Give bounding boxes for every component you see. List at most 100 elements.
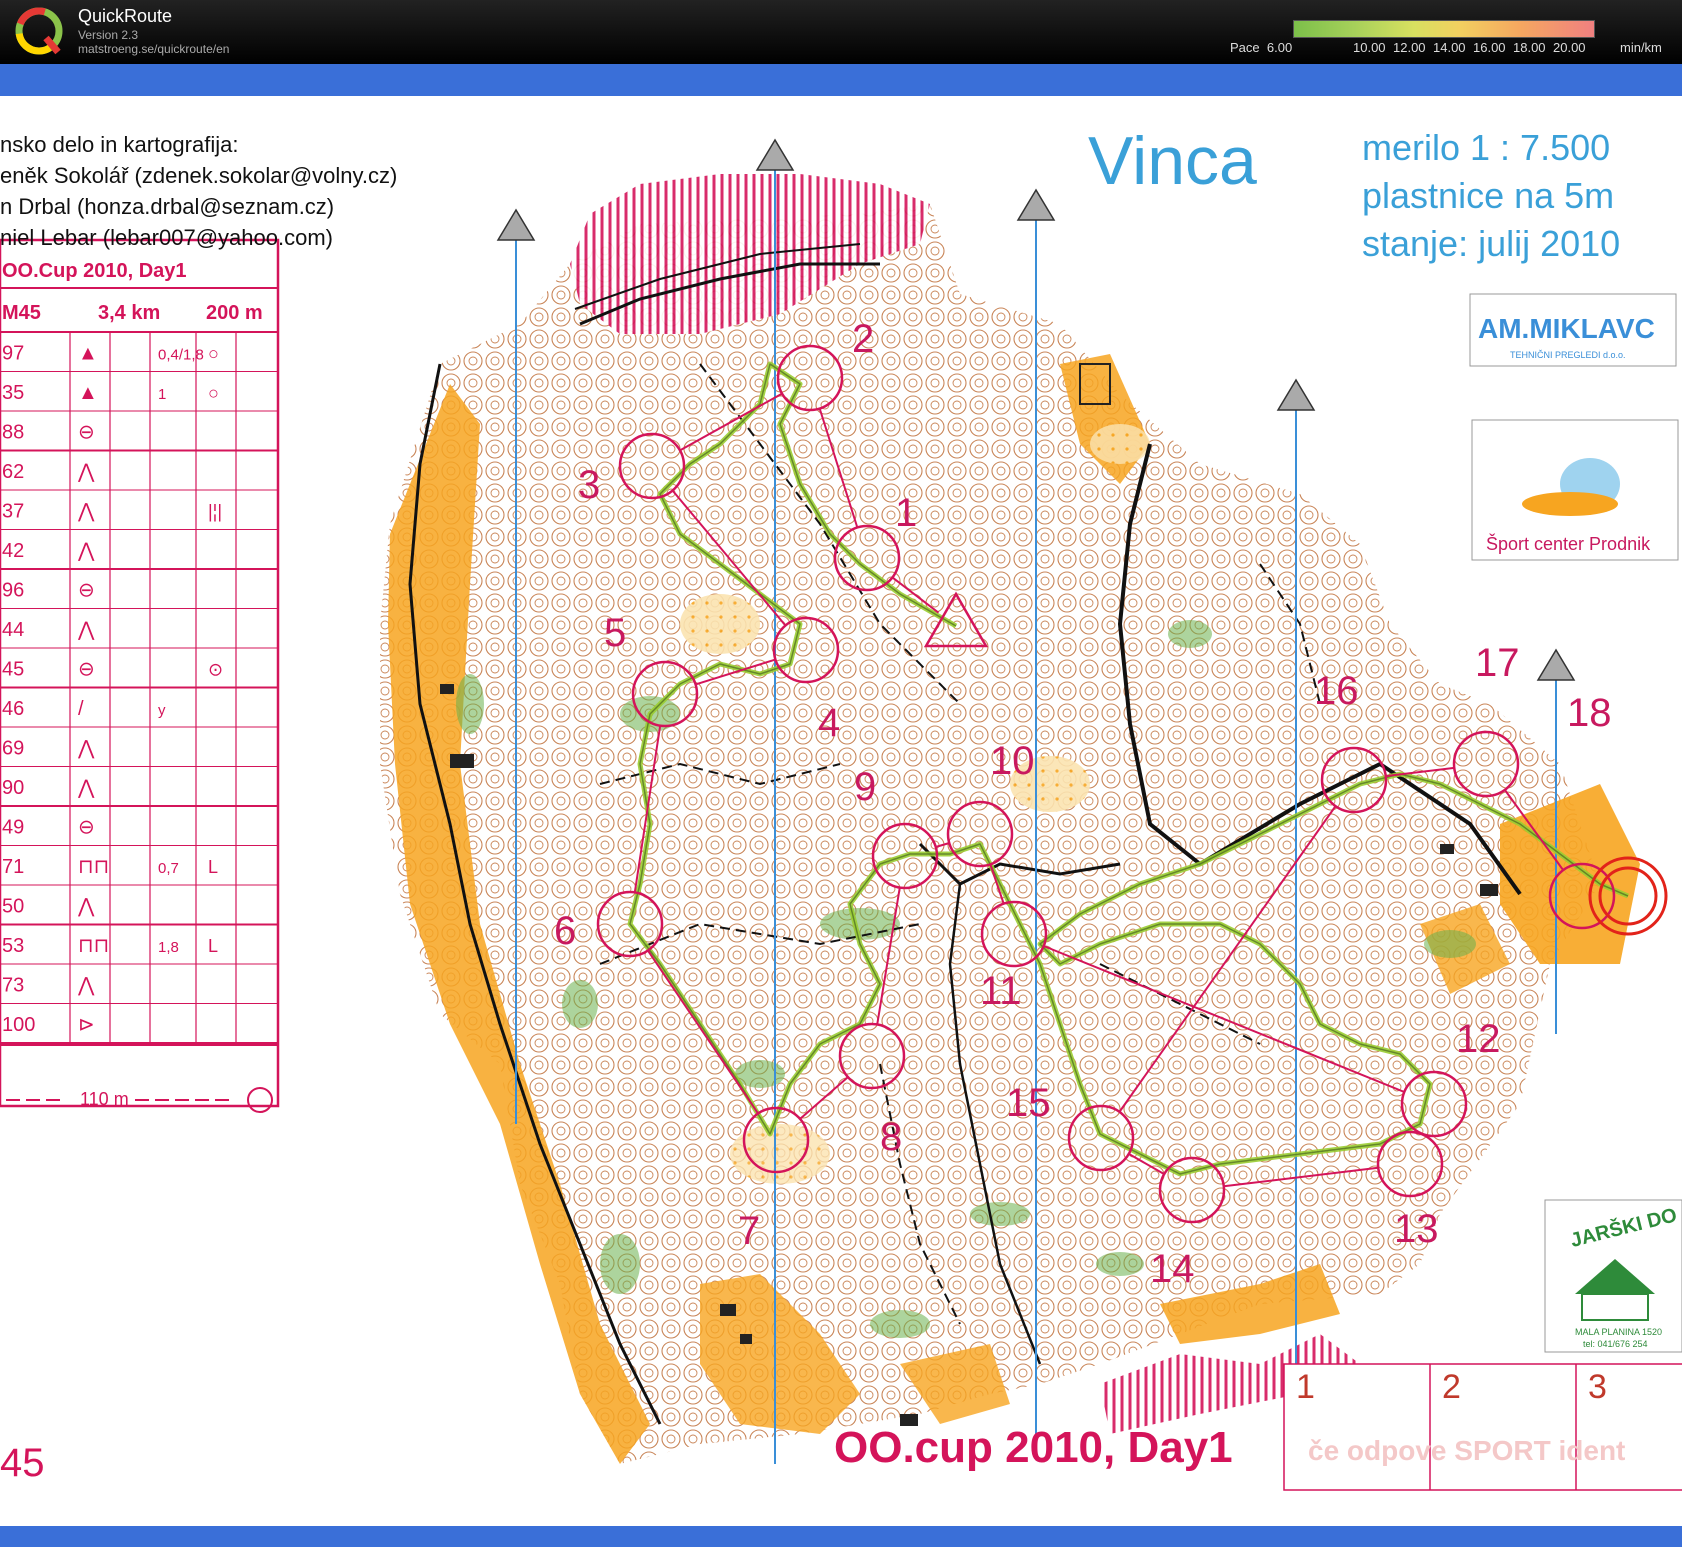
app-titlebar: QuickRoute Version 2.3 matstroeng.se/qui…	[0, 0, 1682, 64]
control-code: 88	[2, 422, 24, 444]
feature-symbol: ⋀	[77, 501, 95, 523]
feature-symbol: ⊳	[78, 1014, 95, 1036]
sponsor-jarski-address: MALA PLANINA 1520	[1575, 1327, 1662, 1337]
control-number: 8	[880, 1115, 902, 1159]
feature-symbol: ▲	[78, 382, 98, 404]
control-description-sheet: OO.Cup 2010, Day1 M45 3,4 km 200 m 97 ▲ 0,…	[0, 238, 280, 1113]
punch-card-note: če odpove SPORT ident	[1308, 1435, 1625, 1466]
control-number: 17	[1475, 641, 1520, 685]
pace-color-bar	[1293, 20, 1595, 38]
course-class: M45	[2, 302, 41, 324]
control-code: 35	[2, 382, 24, 404]
control-number: 18	[1567, 691, 1612, 735]
sponsor-miklavc-name: AM.MIKLAVC	[1478, 313, 1655, 344]
description-title: OO.Cup 2010, Day1	[2, 260, 187, 282]
feature-symbol: ⊖	[78, 580, 95, 602]
control-code: 50	[2, 896, 24, 918]
control-number: 12	[1456, 1017, 1501, 1061]
credits-line: n Drbal (honza.drbal@seznam.cz)	[0, 194, 334, 219]
pace-legend: Pace 6.00 10.00 12.00 14.00 16.00 18.00 …	[1230, 18, 1662, 60]
control-code: 44	[2, 619, 24, 641]
control-number: 2	[852, 317, 874, 361]
quickroute-logo-icon	[15, 7, 63, 55]
control-number: 16	[1314, 669, 1359, 713]
map-contours: plastnice na 5m	[1362, 175, 1614, 216]
control-code: 45	[2, 659, 24, 681]
course-label: 45	[0, 1441, 45, 1485]
feature-symbol: ⋀	[77, 738, 95, 760]
punch-box-label: 2	[1442, 1368, 1461, 1406]
sponsor-miklavc: AM.MIKLAVC TEHNIČNI PREGLEDI d.o.o.	[1469, 293, 1677, 367]
map-state: stanje: julij 2010	[1362, 223, 1620, 264]
control-number: 15	[1006, 1081, 1051, 1125]
control-code: 69	[2, 738, 24, 760]
feature-symbol: /	[78, 698, 84, 720]
map-name: Vinca	[1088, 123, 1257, 199]
feature-symbol: ⋀	[77, 461, 95, 483]
control-number: 7	[738, 1209, 760, 1253]
control-number: 9	[854, 765, 876, 809]
feature-symbol: ⋀	[77, 777, 95, 799]
sponsor-jarski-dom: JARŠKI DO MALA PLANINA 1520 tel: 041/676…	[1544, 1199, 1682, 1353]
control-number: 6	[554, 909, 576, 953]
control-number: 11	[980, 969, 1022, 1013]
location-symbol: |¦|	[208, 502, 222, 522]
location-symbol: ⊙	[208, 660, 223, 680]
map-scale: merilo 1 : 7.500	[1362, 127, 1610, 168]
control-code: 46	[2, 698, 24, 720]
pace-tick: 16.00	[1473, 40, 1506, 55]
sponsor-jarski-phone: tel: 041/676 254	[1583, 1339, 1648, 1349]
feature-detail: 1	[158, 386, 166, 403]
feature-symbol: ⊖	[78, 817, 95, 839]
feature-symbol: ⊓⊓	[78, 856, 109, 878]
feature-detail: 1,8	[158, 939, 179, 956]
app-url[interactable]: matstroeng.se/quickroute/en	[78, 42, 229, 56]
control-number: 5	[604, 611, 626, 655]
location-symbol: ○	[208, 383, 219, 403]
app-name: QuickRoute	[78, 6, 173, 26]
control-number: 4	[818, 701, 840, 745]
control-code: 49	[2, 817, 24, 839]
feature-symbol: ⊖	[78, 659, 95, 681]
feature-symbol: ⋀	[77, 540, 95, 562]
control-code: 62	[2, 461, 24, 483]
feature-detail: y	[158, 702, 166, 719]
event-title: OO.cup 2010, Day1	[834, 1423, 1233, 1472]
feature-symbol: ⊖	[78, 422, 95, 444]
pace-tick: 14.00	[1433, 40, 1466, 55]
punch-box-label: 1	[1296, 1368, 1315, 1406]
control-code: 96	[2, 580, 24, 602]
pace-tick: 18.00	[1513, 40, 1546, 55]
sponsor-miklavc-sub: TEHNIČNI PREGLEDI d.o.o.	[1510, 350, 1626, 360]
feature-symbol: ⋀	[77, 896, 95, 918]
pace-tick: 10.00	[1353, 40, 1386, 55]
pace-unit: min/km	[1620, 40, 1662, 55]
feature-detail: 0,4/1,8	[158, 347, 204, 364]
feature-symbol: ⊓⊓	[78, 935, 109, 957]
pace-tick: 12.00	[1393, 40, 1426, 55]
orienteering-map[interactable]: 123456789101112131415161718 OO.Cup 2010,…	[0, 64, 1682, 1547]
control-code: 37	[2, 501, 24, 523]
control-number: 10	[990, 739, 1035, 783]
pace-tick: 20.00	[1553, 40, 1586, 55]
app-version: Version 2.3	[78, 28, 139, 42]
control-code: 100	[2, 1014, 35, 1036]
location-symbol: ○	[208, 344, 219, 364]
feature-detail: 0,7	[158, 860, 179, 877]
control-code: 42	[2, 540, 24, 562]
pace-label: Pace 6.00	[1230, 40, 1293, 55]
location-symbol: L	[208, 857, 218, 877]
control-number: 13	[1394, 1207, 1439, 1251]
control-code: 90	[2, 777, 24, 799]
control-code: 73	[2, 975, 24, 997]
punch-box-label: 3	[1588, 1368, 1607, 1406]
sponsor-prodnik: Šport center Prodnik	[1471, 419, 1679, 561]
location-symbol: L	[208, 936, 218, 956]
control-number: 14	[1150, 1247, 1195, 1291]
control-code: 97	[2, 343, 24, 365]
course-length: 3,4 km	[98, 302, 160, 324]
control-number: 1	[895, 491, 917, 535]
feature-symbol: ⋀	[77, 619, 95, 641]
control-code: 71	[2, 856, 24, 878]
feature-symbol: ▲	[78, 343, 98, 365]
